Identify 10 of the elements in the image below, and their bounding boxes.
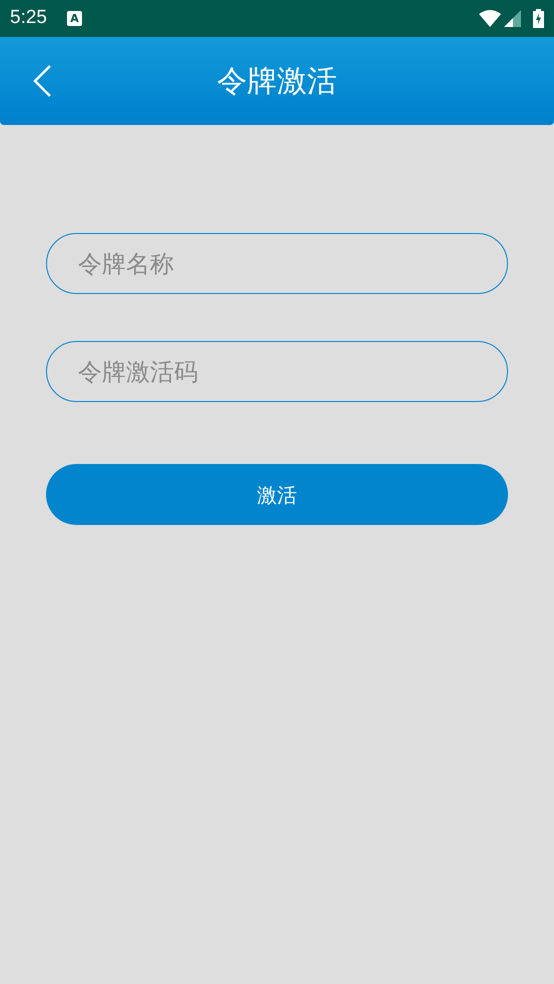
back-icon <box>32 65 52 97</box>
signal-icon <box>504 10 521 27</box>
text-field[interactable]: 令牌激活码 <box>46 341 508 402</box>
notification-icon: A <box>66 11 82 26</box>
status-time: 5:25 <box>10 6 47 30</box>
text-field[interactable]: 令牌名称 <box>46 233 508 294</box>
activate-button[interactable]: 激活 <box>46 464 508 525</box>
battery-icon <box>533 9 544 28</box>
wifi-icon <box>479 10 501 27</box>
page-title: 令牌激活 <box>217 62 337 100</box>
